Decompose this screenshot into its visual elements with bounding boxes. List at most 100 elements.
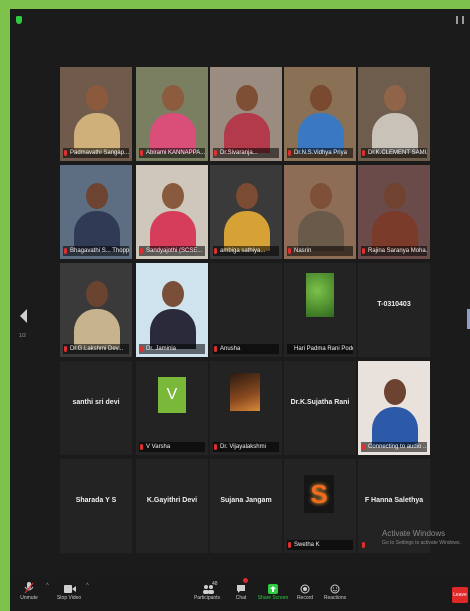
smiley-reaction-icon [330, 581, 340, 594]
participant-tile[interactable]: Rajina Saranya Moha... [358, 165, 430, 259]
muted-microphone-icon [140, 346, 143, 352]
profile-picture-leaves [306, 273, 334, 317]
muted-microphone-icon [362, 248, 365, 254]
participant-video-head [310, 183, 332, 209]
muted-microphone-icon [140, 248, 143, 254]
participant-video-body [298, 113, 344, 153]
participant-video [358, 67, 430, 161]
participant-tile[interactable]: Padmavathi Sangap... [60, 67, 132, 161]
participant-video [284, 165, 356, 259]
share-screen-label: Share Screen [257, 595, 289, 601]
participant-tile[interactable]: Nasrin [284, 165, 356, 259]
participants-icon [202, 581, 214, 594]
participant-video [60, 165, 132, 259]
participant-video-head [86, 281, 108, 307]
participant-tile[interactable]: Dr.K.Sujatha Rani [284, 361, 356, 455]
participant-video-head [86, 183, 108, 209]
view-toggle-icon[interactable] [456, 16, 464, 24]
participant-tile[interactable]: Dr.K.CLEMENT SAMUEL [358, 67, 430, 161]
participant-tile[interactable]: Dr.G.Lakshmi Dev... [60, 263, 132, 357]
end-meeting-button[interactable]: Leave [452, 587, 468, 603]
muted-microphone-icon [64, 150, 67, 156]
participant-video [136, 67, 208, 161]
participant-video [136, 263, 208, 357]
muted-microphone-icon [64, 248, 67, 254]
record-button[interactable]: Record [288, 581, 322, 601]
top-bar [10, 9, 470, 31]
participant-name-label: Dr.Sivaranja... [213, 148, 279, 158]
video-options-chevron-icon[interactable]: ^ [86, 583, 89, 589]
participants-button[interactable]: 48 Participants [190, 581, 224, 601]
stop-video-label: Stop Video [56, 595, 82, 601]
participant-name-label: V Varsha [139, 442, 205, 452]
participant-name-label: Rajina Saranya Moha... [361, 246, 427, 256]
participant-display-name: K.Gayithri Devi [146, 497, 198, 504]
participant-video [60, 263, 132, 357]
participant-name-label: Bhagavathi S... Thoppat... [63, 246, 129, 256]
audio-options-chevron-icon[interactable]: ^ [46, 583, 49, 589]
muted-microphone-icon [288, 248, 291, 254]
participant-video-head [384, 379, 406, 405]
participant-video-body [150, 113, 196, 153]
participant-tile[interactable]: Abirami KANNAPPA... [136, 67, 208, 161]
muted-microphone-icon [362, 444, 365, 450]
participant-name-label: Hari Padma Rani Poddi [287, 344, 353, 354]
participant-video [210, 165, 282, 259]
participant-tile[interactable]: Sujana Jangam [210, 459, 282, 553]
participant-display-name: T-0310403 [377, 301, 411, 308]
page-indicator: 1/2 [19, 333, 26, 339]
participant-tile[interactable]: T-0310403 [358, 263, 430, 357]
chat-button[interactable]: Chat [224, 578, 258, 601]
participant-tile[interactable]: Dr. Jaminia [136, 263, 208, 357]
unmute-label: Unmute [20, 595, 38, 601]
reactions-button[interactable]: Reactions [318, 581, 352, 601]
participant-tile[interactable]: santhi sri devi [60, 361, 132, 455]
participant-video-head [236, 85, 258, 111]
participant-video-body [224, 211, 270, 251]
participant-tile[interactable]: V V Varsha [136, 361, 208, 455]
stop-video-button[interactable]: Stop Video [52, 581, 86, 601]
participant-video-body [372, 407, 418, 447]
participant-tile[interactable]: Bhagavathi S... Thoppat... [60, 165, 132, 259]
participant-tile[interactable]: Dr.N.S.Vidhya Priya [284, 67, 356, 161]
participant-tile[interactable]: Sharada Y S [60, 459, 132, 553]
participant-video-body [74, 211, 120, 251]
muted-microphone-icon [362, 150, 365, 156]
watermark-title: Activate Windows [382, 529, 446, 538]
previous-page-arrow-icon[interactable] [20, 309, 27, 323]
muted-microphone-icon [214, 444, 217, 450]
unmute-button[interactable]: Unmute [12, 581, 46, 601]
participant-name-label: Dr.N.S.Vidhya Priya [287, 148, 353, 158]
participant-name-label: Dr.K.CLEMENT SAMUEL [361, 148, 427, 158]
participant-name-label: Sandyajothi (SCSE... [139, 246, 205, 256]
security-shield-icon[interactable] [16, 16, 22, 24]
participant-tile[interactable]: Dr.Sivaranja... [210, 67, 282, 161]
participant-tile[interactable]: Sandyajothi (SCSE... [136, 165, 208, 259]
participant-video [136, 165, 208, 259]
participant-video-head [384, 85, 406, 111]
participant-tile[interactable]: Connecting to audio ... [358, 361, 430, 455]
participant-tile[interactable]: Hari Padma Rani Poddi [284, 263, 356, 357]
participant-video [60, 67, 132, 161]
profile-picture-art [230, 373, 260, 411]
share-screen-button[interactable]: Share Screen [256, 581, 290, 601]
participant-video-body [224, 113, 270, 153]
participant-tile[interactable]: Anusha [210, 263, 282, 357]
participant-tile[interactable]: S Swetha K [284, 459, 356, 553]
participant-display-name: Sujana Jangam [220, 497, 272, 504]
muted-microphone-icon [140, 150, 143, 156]
participant-tile[interactable]: K.Gayithri Devi [136, 459, 208, 553]
profile-letter-badge: V [158, 377, 186, 413]
muted-microphone-icon [288, 542, 291, 548]
participant-video-head [162, 281, 184, 307]
participant-video-body [74, 309, 120, 349]
muted-microphone-icon [288, 150, 291, 156]
meeting-toolbar: Unmute ^ Stop Video ^ 48 Participants Ch… [10, 577, 470, 611]
participant-tile[interactable]: Dr. Vijayalakshmi [210, 361, 282, 455]
participant-video-body [372, 211, 418, 251]
participant-video-head [384, 183, 406, 209]
participant-video-head [310, 85, 332, 111]
participant-video-body [74, 113, 120, 153]
muted-microphone-icon [214, 248, 217, 254]
participant-tile[interactable]: ambiga sathiya... [210, 165, 282, 259]
